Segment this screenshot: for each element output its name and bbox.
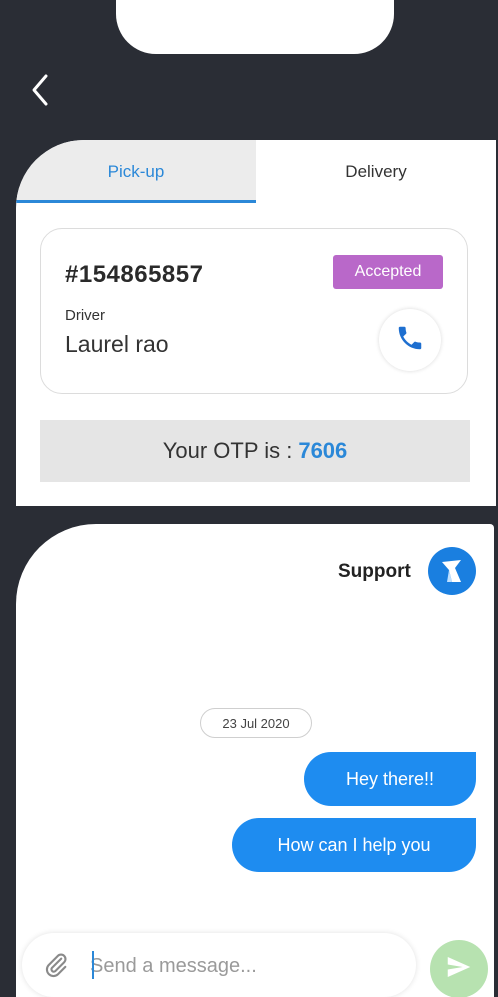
status-badge: Accepted (333, 255, 443, 289)
driver-label: Driver (65, 307, 105, 324)
chat-panel: Support 23 Jul 2020 Hey there!! How can … (16, 524, 494, 997)
tab-bar: Pick-up Delivery (16, 140, 496, 203)
tab-pickup[interactable]: Pick-up (16, 140, 256, 203)
active-tab-indicator (16, 200, 256, 203)
call-driver-button[interactable] (379, 309, 441, 371)
phone-icon (395, 323, 425, 358)
chevron-left-icon[interactable] (28, 72, 58, 108)
otp-value: 7606 (298, 438, 348, 463)
message-bubble: Hey there!! (304, 752, 476, 806)
app-screen: Pick-up Delivery #154865857 Accepted Dri… (0, 0, 498, 997)
message-input[interactable] (88, 949, 392, 983)
otp-bar: Your OTP is : 7606 (40, 420, 470, 482)
otp-label: Your OTP is : (162, 438, 293, 463)
order-card: #154865857 Accepted Driver Laurel rao (40, 228, 468, 394)
support-label: Support (338, 561, 411, 582)
order-panel: Pick-up Delivery #154865857 Accepted Dri… (16, 140, 496, 506)
driver-name: Laurel rao (65, 331, 169, 357)
message-bubble: How can I help you (232, 818, 476, 872)
support-logo-icon (428, 547, 476, 595)
device-notch (116, 0, 394, 54)
order-id: #154865857 (65, 261, 204, 288)
paperclip-icon[interactable] (42, 951, 70, 979)
send-arrow-icon (444, 952, 474, 987)
message-composer (22, 933, 416, 997)
tab-delivery[interactable]: Delivery (256, 140, 496, 203)
date-separator: 23 Jul 2020 (200, 708, 312, 738)
text-cursor (92, 951, 94, 979)
send-button[interactable] (430, 940, 488, 997)
